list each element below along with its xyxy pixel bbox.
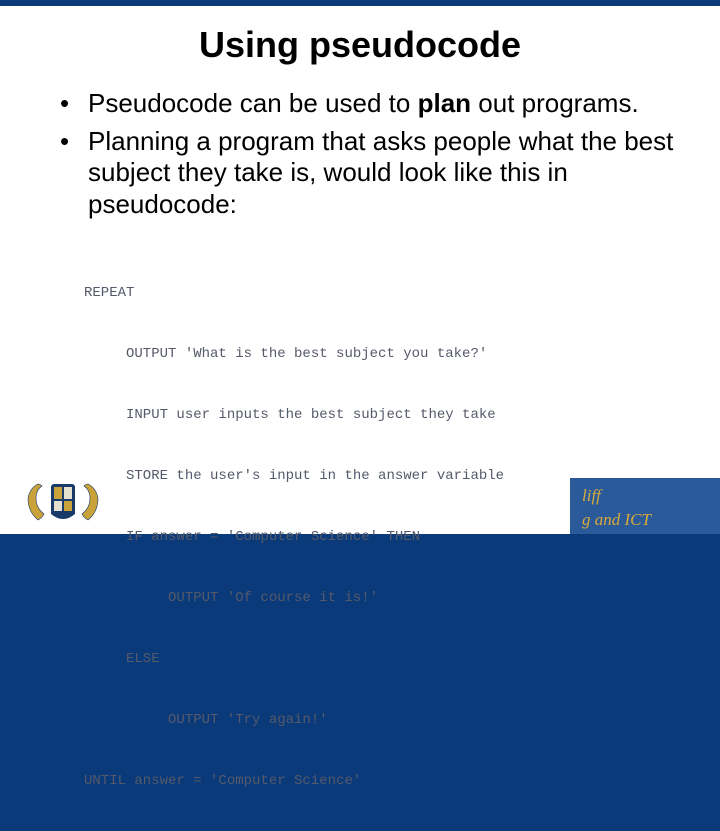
code-line: ELSE bbox=[84, 649, 720, 669]
bullet-text: Pseudocode can be used to plan out progr… bbox=[88, 88, 639, 120]
bullet-text: Planning a program that asks people what… bbox=[88, 126, 678, 221]
slide-title: Using pseudocode bbox=[0, 6, 720, 88]
pseudocode-block: REPEAT OUTPUT 'What is the best subject … bbox=[84, 243, 720, 831]
footer-fragment: liff g and ICT bbox=[570, 478, 720, 534]
code-line: REPEAT bbox=[84, 283, 720, 303]
code-line: UNTIL answer = 'Computer Science' bbox=[84, 771, 720, 791]
footer-line2: g and ICT bbox=[582, 508, 712, 532]
bullet-list: • Pseudocode can be used to plan out pro… bbox=[0, 88, 720, 221]
bullet-item: • Pseudocode can be used to plan out pro… bbox=[60, 88, 678, 120]
bullet-item: • Planning a program that asks people wh… bbox=[60, 126, 678, 221]
code-line: OUTPUT 'What is the best subject you tak… bbox=[84, 344, 720, 364]
bullet-dot: • bbox=[60, 126, 88, 158]
bullet-text-pre: Pseudocode can be used to bbox=[88, 88, 418, 118]
footer-line1: liff bbox=[582, 484, 712, 508]
bullet-text-bold: plan bbox=[418, 88, 471, 118]
bullet-dot: • bbox=[60, 88, 88, 120]
crest-logo bbox=[18, 472, 108, 528]
bullet-text-post: out programs. bbox=[471, 88, 639, 118]
code-line: INPUT user inputs the best subject they … bbox=[84, 405, 720, 425]
code-line: OUTPUT 'Of course it is!' bbox=[84, 588, 720, 608]
bullet-text-pre: Planning a program that asks people what… bbox=[88, 126, 673, 219]
code-line: OUTPUT 'Try again!' bbox=[84, 710, 720, 730]
slide: Using pseudocode • Pseudocode can be use… bbox=[0, 6, 720, 534]
